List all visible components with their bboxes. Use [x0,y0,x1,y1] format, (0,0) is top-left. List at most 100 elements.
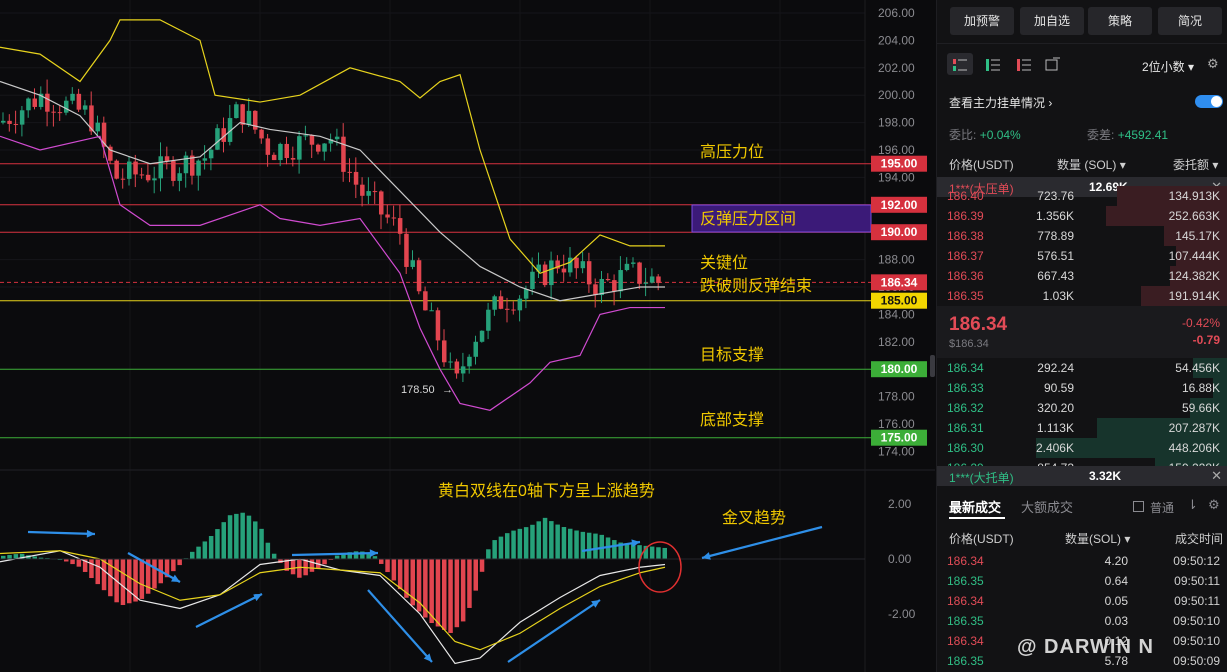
macd-histogram-bar [196,546,201,559]
macd-histogram-bar [271,553,277,559]
overview-button[interactable]: 简况 [1158,7,1222,35]
candle-body [284,143,289,159]
bid-row[interactable]: 186.34 292.24 54.456K [937,358,1227,378]
trade-row[interactable]: 186.34 4.20 09:50:12 [937,551,1227,571]
bid-row[interactable]: 186.31 1.113K 207.287K [937,418,1227,438]
candle-body [297,136,302,160]
candle-body [271,154,277,161]
col-qty-header[interactable]: 数量 (SOL) ▾ [1057,156,1126,173]
ask-row[interactable]: 186.40 723.76 134.913K [937,186,1227,206]
candle-body [624,263,630,271]
diff-row: 委差: +4592.41 [1087,126,1168,143]
ask-row[interactable]: 186.35 1.03K 191.914K [937,286,1227,306]
add-alert-button[interactable]: 加预警 [950,7,1014,35]
filter-icon[interactable]: ⇂ [1187,497,1198,513]
level-tag-value: 175.00 [881,431,918,445]
trade-row[interactable]: 186.35 0.64 09:50:11 [937,571,1227,591]
add-watchlist-button[interactable]: 加自选 [1020,7,1084,35]
chevron-right-icon: › [1048,96,1053,110]
macd-histogram-bar [511,530,516,559]
total: 54.456K [1175,361,1220,375]
candle-body [1,120,6,123]
candle-body [643,282,649,284]
settings-icon[interactable]: ⚙ [1207,56,1219,72]
candle-body [202,158,208,161]
macd-axis-label: -2.00 [888,607,916,621]
macd-histogram-bar [460,559,466,622]
trade-price: 186.34 [947,594,984,608]
macd-histogram-bar [580,531,586,559]
trade-price: 186.35 [947,654,984,668]
chevron-down-icon: ▾ [1188,60,1195,74]
macd-histogram-bar [574,530,579,559]
level-tag-value: 190.00 [881,225,918,239]
decimals-select[interactable]: 2位小数 ▾ [1142,58,1194,75]
price-axis-label: 198.00 [878,116,915,130]
normal-checkbox[interactable] [1133,501,1144,512]
candle-body [473,341,478,357]
tab-latest-trades[interactable]: 最新成交 [949,497,1001,516]
candle-body [145,174,151,181]
toggle-knob [1211,96,1222,107]
macd-histogram-bar [70,559,75,565]
bid-row[interactable]: 186.32 320.20 59.66K [937,398,1227,418]
strategy-button[interactable]: 策略 [1088,7,1152,35]
active-tab-indicator [949,517,1005,519]
macd-histogram-bar [7,554,12,559]
candle-body [158,156,163,179]
chart-scroll-handle[interactable] [930,355,935,377]
macd-histogram-bar [290,559,296,575]
macd-histogram-bar [221,522,226,559]
level-tag-value: 180.00 [881,362,918,376]
trend-arrow [195,593,263,628]
ask-row[interactable]: 186.38 778.89 145.17K [937,226,1227,246]
trade-col-price: 价格(USDT) [949,532,1014,546]
settings-icon[interactable]: ⚙ [1208,497,1220,513]
decimals-value: 2位小数 [1142,60,1185,74]
macd-histogram-bar [227,515,233,559]
orderbook-both-icon[interactable] [951,57,969,73]
quantity: 576.51 [1037,249,1074,263]
trade-col-qty[interactable]: 数量(SOL) ▾ [1065,530,1130,547]
col-total-header[interactable]: 委托额 ▾ [1173,156,1218,173]
macd-histogram-bar [586,532,592,559]
trade-row[interactable]: 186.34 0.05 09:50:11 [937,591,1227,611]
trade-row[interactable]: 186.35 0.03 09:50:10 [937,611,1227,631]
quantity: 292.24 [1037,361,1074,375]
macd-histogram-bar [649,546,655,559]
ask-row[interactable]: 186.37 576.51 107.444K [937,246,1227,266]
quantity: 2.406K [1035,441,1074,455]
diff-value: +4592.41 [1117,128,1169,142]
macd-axis-label: 2.00 [888,497,912,511]
candle-body [618,270,623,292]
total: 16.88K [1181,381,1220,395]
candle-body [171,161,176,181]
orderbook-sell-icon[interactable] [1015,57,1033,73]
bid-row[interactable]: 186.30 2.406K 448.206K [937,438,1227,458]
candle-body [649,276,655,283]
price-axis-label: 206.00 [878,6,915,20]
price-axis-label: 184.00 [878,307,915,321]
orderbook-buy-icon[interactable] [984,57,1002,73]
ask-row[interactable]: 186.36 667.43 124.382K [937,266,1227,286]
close-icon[interactable]: ✕ [1211,468,1222,484]
candlestick-chart[interactable]: 206.00 204.00 202.00 200.00 198.00 196.00 194.… [0,0,935,672]
macd-histogram-bar [379,559,384,564]
candle-body [574,257,579,269]
ask-row[interactable]: 186.39 1.356K 252.663K [937,206,1227,226]
last-price: 186.34 [949,314,1008,335]
depth-toggle[interactable] [1195,95,1223,108]
candle-body [612,280,617,292]
tab-large-trades[interactable]: 大额成交 [1021,497,1073,516]
depth-title[interactable]: 查看主力挂单情况 › [949,94,1052,111]
total: 59.66K [1181,401,1220,415]
price: 186.38 [947,229,984,243]
big-buy-banner[interactable]: 1***(大托单) 3.32K ✕ [937,466,1227,486]
bid-row[interactable]: 186.33 90.59 16.88K [937,378,1227,398]
price: 186.30 [947,441,984,455]
expand-icon[interactable] [1043,57,1061,73]
candle-body [410,260,415,267]
macd-histogram-bar [152,559,157,589]
chart-area[interactable]: 206.00 204.00 202.00 200.00 198.00 196.00 194.… [0,0,935,672]
macd-histogram-bar [139,559,145,599]
